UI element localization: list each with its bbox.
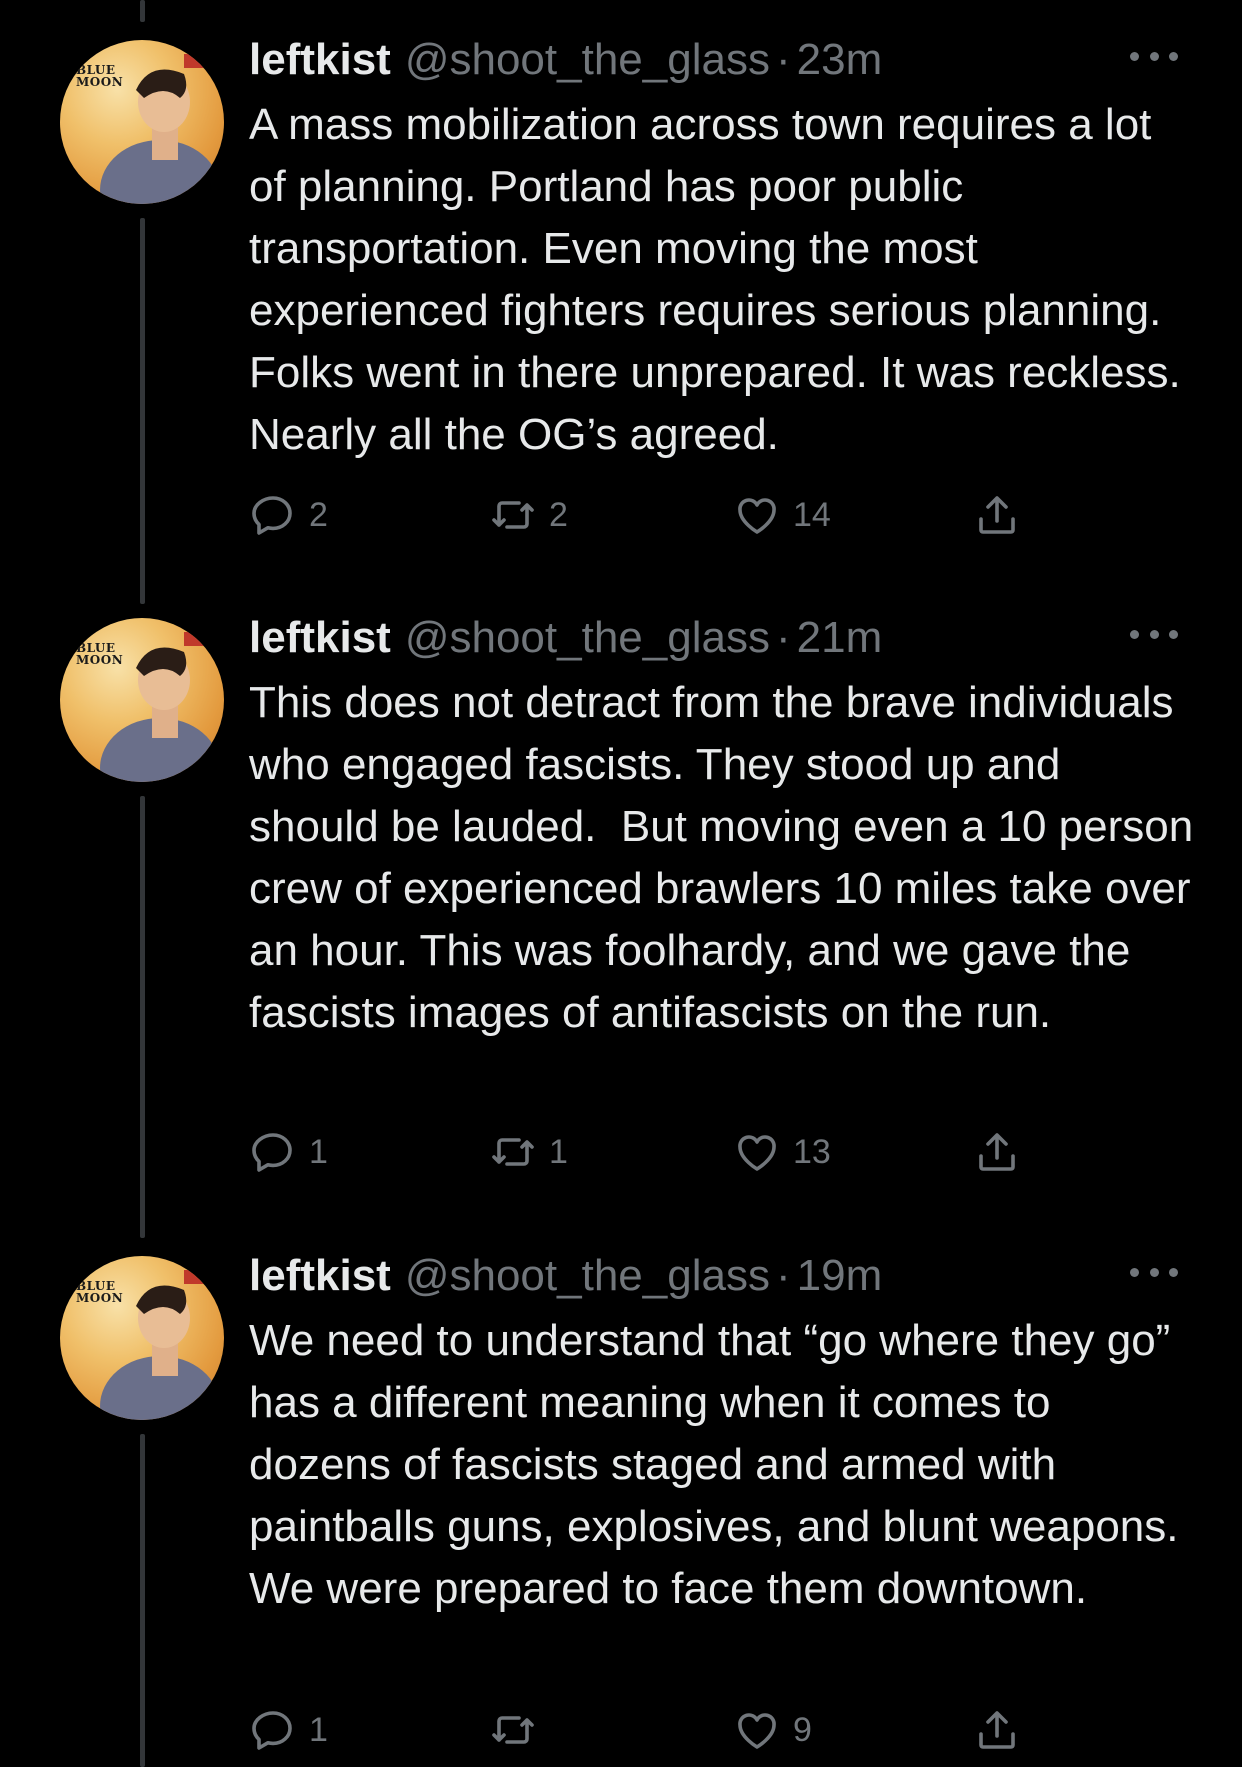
heart-icon: [738, 1135, 776, 1171]
separator: ·: [775, 1251, 791, 1300]
retweet-button[interactable]: 1: [489, 1122, 568, 1182]
avatar-logo-text: BLUE MOON: [76, 641, 124, 667]
share-icon: [979, 496, 1015, 534]
like-button[interactable]: 14: [733, 485, 831, 545]
retweet-icon: [492, 1138, 534, 1166]
retweet-button[interactable]: 2: [489, 485, 568, 545]
tweet[interactable]: BLUE MOON leftkist @shoot_the_glass · 19…: [0, 1246, 1242, 1767]
user-handle[interactable]: @shoot_the_glass: [405, 30, 770, 90]
reply-button[interactable]: 1: [249, 1700, 328, 1760]
timestamp[interactable]: 21m: [797, 608, 883, 668]
retweet-icon: [492, 1716, 534, 1744]
tweet-text: We need to understand that “go where the…: [249, 1316, 1191, 1613]
timestamp[interactable]: 19m: [797, 1246, 883, 1306]
tweet-header: leftkist @shoot_the_glass · 21m: [249, 608, 882, 668]
user-handle[interactable]: @shoot_the_glass: [405, 608, 770, 668]
tweet-header: leftkist @shoot_the_glass · 23m: [249, 30, 882, 90]
reply-count: 1: [309, 1132, 328, 1171]
avatar-logo-text: BLUE MOON: [76, 63, 124, 89]
like-button[interactable]: 13: [733, 1122, 831, 1182]
like-button[interactable]: 9: [733, 1700, 812, 1760]
reply-button[interactable]: 1: [249, 1122, 328, 1182]
avatar-logo-text: BLUE MOON: [76, 1279, 124, 1305]
avatar[interactable]: BLUE MOON: [60, 618, 224, 782]
retweet-count: 2: [549, 495, 568, 534]
like-count: 14: [793, 495, 831, 534]
more-button[interactable]: [1130, 622, 1178, 646]
more-button[interactable]: [1130, 1260, 1178, 1284]
tweet-header: leftkist @shoot_the_glass · 19m: [249, 1246, 882, 1306]
display-name[interactable]: leftkist: [249, 608, 391, 668]
separator: ·: [775, 613, 791, 662]
tweet[interactable]: BLUE MOON leftkist @shoot_the_glass · 21…: [0, 608, 1242, 1208]
retweet-icon: [492, 501, 534, 529]
share-button[interactable]: [973, 485, 1021, 545]
tweet-actions: 2 2 14: [249, 485, 1029, 545]
tweet[interactable]: BLUE MOON leftkist @shoot_the_glass · 23…: [0, 30, 1242, 590]
reply-count: 2: [309, 495, 328, 534]
timestamp[interactable]: 23m: [797, 30, 883, 90]
tweet-actions: 1 1 13: [249, 1122, 1029, 1182]
reply-button[interactable]: 2: [249, 485, 328, 545]
retweet-button[interactable]: [489, 1700, 549, 1760]
reply-count: 1: [309, 1710, 328, 1749]
thread-line: [140, 0, 145, 22]
avatar[interactable]: BLUE MOON: [60, 1256, 224, 1420]
display-name[interactable]: leftkist: [249, 30, 391, 90]
user-handle[interactable]: @shoot_the_glass: [405, 1246, 770, 1306]
separator: ·: [775, 35, 791, 84]
heart-icon: [738, 498, 776, 534]
share-icon: [979, 1711, 1015, 1749]
share-button[interactable]: [973, 1122, 1021, 1182]
heart-icon: [738, 1713, 776, 1749]
share-button[interactable]: [973, 1700, 1021, 1760]
avatar[interactable]: BLUE MOON: [60, 40, 224, 204]
like-count: 9: [793, 1710, 812, 1749]
like-count: 13: [793, 1132, 831, 1171]
tweet-actions: 1 9: [249, 1700, 1029, 1760]
display-name[interactable]: leftkist: [249, 1246, 391, 1306]
more-icon: [1130, 629, 1139, 639]
reply-icon: [252, 1711, 292, 1750]
more-icon: [1130, 51, 1139, 61]
tweet-text: This does not detract from the brave ind…: [249, 678, 1206, 1037]
reply-icon: [252, 496, 292, 535]
reply-icon: [252, 1133, 292, 1172]
retweet-count: 1: [549, 1132, 568, 1171]
tweet-text: A mass mobilization across town requires…: [249, 100, 1193, 459]
more-button[interactable]: [1130, 44, 1178, 68]
more-icon: [1130, 1267, 1139, 1277]
share-icon: [979, 1133, 1015, 1171]
